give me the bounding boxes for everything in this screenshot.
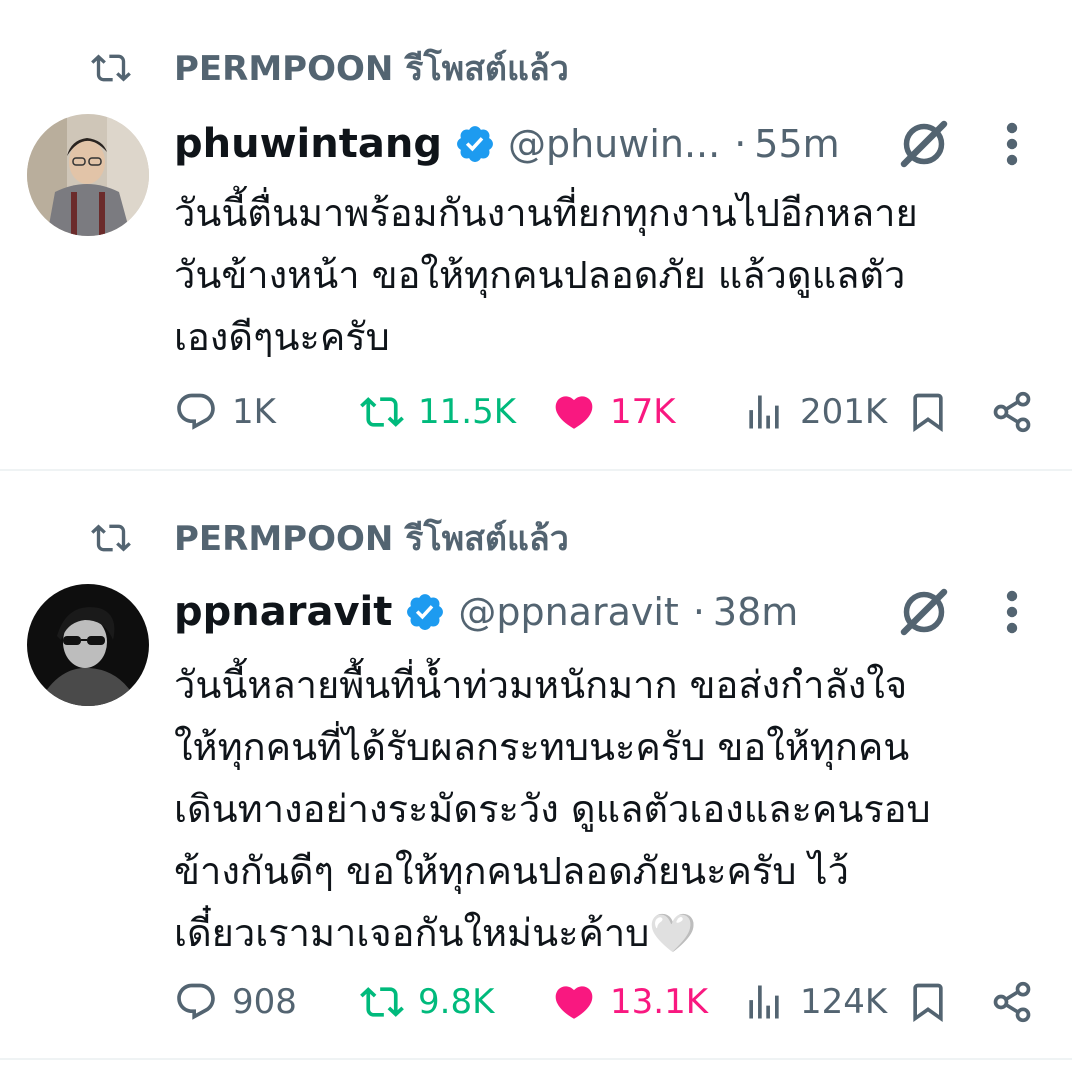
like-button[interactable]: 13.1K — [552, 972, 708, 1032]
tweet-text-line: เดินทางอย่างระมัดระวัง ดูแลตัวเองและคนรอ… — [174, 787, 931, 831]
display-name[interactable]: phuwintang — [174, 121, 442, 167]
tweet-text-line: ข้างกันดีๆ ขอให้ทุกคนปลอดภัยนะครับ ไว้ — [174, 849, 849, 893]
handle[interactable]: @ppnaravit — [458, 590, 678, 634]
reply-icon — [177, 983, 215, 1020]
repost-button[interactable]: 9.8K — [360, 972, 494, 1032]
handle[interactable]: @phuwin... — [508, 122, 720, 166]
avatar[interactable] — [27, 114, 149, 236]
reply-count: 1K — [232, 392, 276, 432]
repost-icon — [360, 987, 404, 1017]
tweet-header: phuwintang @phuwin... · 55m — [174, 114, 840, 174]
share-icon[interactable] — [990, 390, 1034, 434]
repost-label[interactable]: PERMPOON รีโพสต์แล้ว — [174, 511, 569, 565]
repost-icon — [91, 524, 131, 552]
like-icon — [555, 396, 593, 429]
grok-icon[interactable] — [894, 582, 954, 642]
like-button[interactable]: 17K — [552, 382, 676, 442]
tweet-text: วันนี้หลายพื้นที่น้ำท่วมหนักมาก ขอส่งกำล… — [174, 654, 1054, 964]
action-bar: 908 9.8K 13.1K 124K — [0, 972, 1072, 1032]
more-icon[interactable] — [996, 582, 1028, 642]
like-count: 17K — [610, 392, 676, 432]
views-icon — [749, 985, 779, 1019]
views-button[interactable]: 201K — [742, 382, 887, 442]
tweet-text-line: เดี๋ยวเรามาเจอกันใหม่นะค้าบ🤍 — [174, 911, 697, 955]
bookmark-icon[interactable] — [906, 980, 950, 1024]
divider — [0, 1058, 1072, 1060]
views-count: 124K — [800, 982, 888, 1022]
verified-badge-icon[interactable] — [454, 123, 496, 165]
repost-count: 11.5K — [418, 392, 516, 432]
reply-icon — [177, 393, 215, 430]
views-icon — [749, 395, 779, 429]
repost-indicator: PERMPOON รีโพสต์แล้ว — [88, 46, 569, 90]
tweet-text-line: วันนี้ตื่นมาพร้อมกันงานที่ยกทุกงานไปอีกห… — [174, 191, 918, 235]
divider — [0, 469, 1072, 471]
timestamp[interactable]: 55m — [754, 122, 839, 166]
action-bar: 1K 11.5K 17K 201K — [0, 382, 1072, 442]
reply-button[interactable]: 1K — [174, 382, 276, 442]
repost-count: 9.8K — [418, 982, 495, 1022]
separator-dot: · — [692, 590, 705, 634]
verified-badge-icon[interactable] — [404, 591, 446, 633]
more-icon[interactable] — [996, 114, 1028, 174]
like-icon — [555, 986, 593, 1019]
repost-icon — [360, 397, 404, 427]
views-button[interactable]: 124K — [742, 972, 887, 1032]
reply-count: 908 — [232, 982, 297, 1022]
repost-indicator: PERMPOON รีโพสต์แล้ว — [88, 516, 569, 560]
avatar[interactable] — [27, 584, 149, 706]
tweet-header: ppnaravit @ppnaravit · 38m — [174, 582, 798, 642]
bookmark-icon[interactable] — [906, 390, 950, 434]
repost-icon — [91, 54, 131, 82]
timestamp[interactable]: 38m — [713, 590, 798, 634]
display-name[interactable]: ppnaravit — [174, 589, 392, 635]
separator-dot: · — [734, 122, 747, 166]
tweet-2[interactable]: PERMPOON รีโพสต์แล้ว ppnaravit @ppnaravi… — [0, 472, 1072, 1060]
grok-icon[interactable] — [894, 114, 954, 174]
tweet-text-line: วันข้างหน้า ขอให้ทุกคนปลอดภัย แล้วดูแลตั… — [174, 253, 906, 297]
tweet-text-line: วันนี้หลายพื้นที่น้ำท่วมหนักมาก ขอส่งกำล… — [174, 663, 908, 707]
repost-label[interactable]: PERMPOON รีโพสต์แล้ว — [174, 41, 569, 95]
share-icon[interactable] — [990, 980, 1034, 1024]
tweet-text-line: เองดีๆนะครับ — [174, 315, 390, 359]
tweet-text: วันนี้ตื่นมาพร้อมกันงานที่ยกทุกงานไปอีกห… — [174, 182, 1054, 368]
tweet-text-line: ให้ทุกคนที่ได้รับผลกระทบนะครับ ขอให้ทุกค… — [174, 725, 910, 769]
tweet-1[interactable]: PERMPOON รีโพสต์แล้ว phuwintang @phuwin.… — [0, 0, 1072, 470]
repost-button[interactable]: 11.5K — [360, 382, 516, 442]
views-count: 201K — [800, 392, 888, 432]
reply-button[interactable]: 908 — [174, 972, 297, 1032]
like-count: 13.1K — [610, 982, 708, 1022]
